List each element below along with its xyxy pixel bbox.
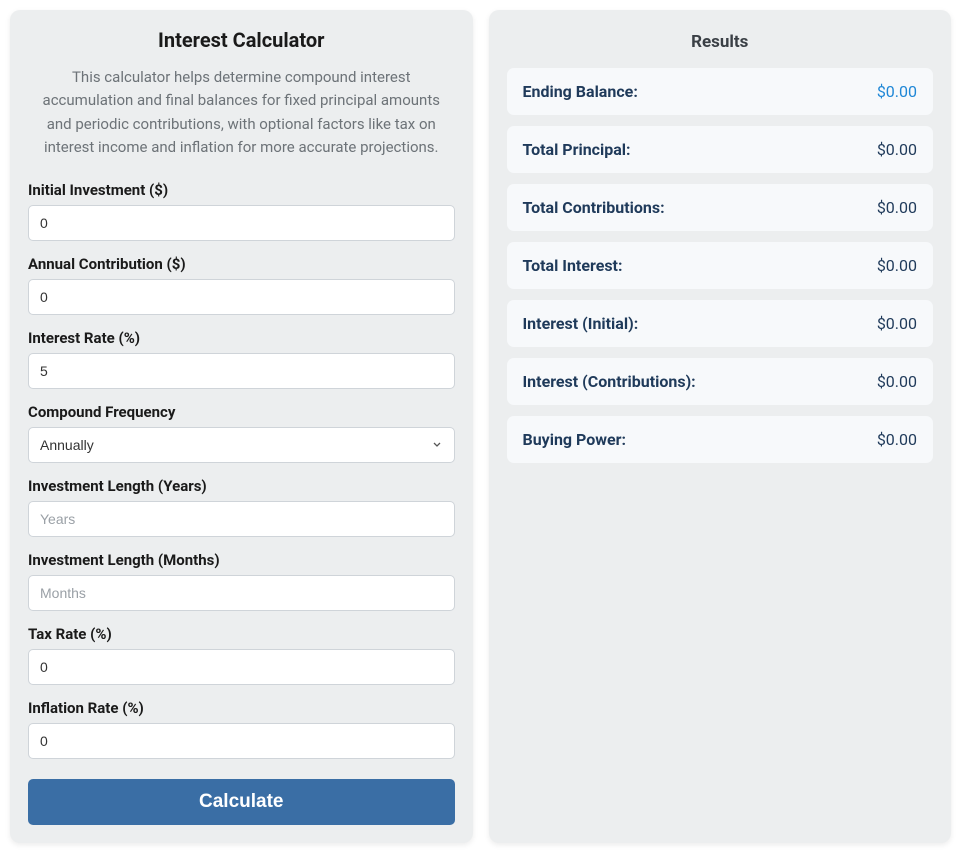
result-row: Buying Power: $0.00 bbox=[507, 416, 934, 463]
results-panel: Results Ending Balance:$0.00Total Princi… bbox=[489, 10, 952, 843]
result-label: Interest (Contributions): bbox=[523, 372, 696, 391]
initial-investment-label: Initial Investment ($) bbox=[28, 181, 455, 199]
result-value: $0.00 bbox=[877, 314, 917, 333]
inflation-rate-input[interactable] bbox=[28, 723, 455, 759]
result-row: Interest (Initial): $0.00 bbox=[507, 300, 934, 347]
results-title: Results bbox=[507, 32, 934, 52]
result-value: $0.00 bbox=[877, 256, 917, 275]
calculator-title: Interest Calculator bbox=[28, 28, 455, 52]
inflation-rate-label: Inflation Rate (%) bbox=[28, 699, 455, 717]
length-years-label: Investment Length (Years) bbox=[28, 477, 455, 495]
calculator-panel: Interest Calculator This calculator help… bbox=[10, 10, 473, 843]
result-label: Total Principal: bbox=[523, 140, 631, 159]
result-value: $0.00 bbox=[877, 430, 917, 449]
calculator-description: This calculator helps determine compound… bbox=[28, 66, 455, 159]
result-row: Total Principal: $0.00 bbox=[507, 126, 934, 173]
results-list: Ending Balance: $0.00 Total Principal: $0.0… bbox=[507, 68, 934, 463]
length-months-label: Investment Length (Months) bbox=[28, 551, 455, 569]
result-label: Buying Power: bbox=[523, 430, 627, 449]
length-years-input[interactable] bbox=[28, 501, 455, 537]
result-label: Ending Balance: bbox=[523, 82, 638, 101]
tax-rate-label: Tax Rate (%) bbox=[28, 625, 455, 643]
compound-frequency-label: Compound Frequency bbox=[28, 403, 455, 421]
annual-contribution-label: Annual Contribution ($) bbox=[28, 255, 455, 273]
result-value: $0.00 bbox=[877, 198, 917, 217]
compound-frequency-select[interactable]: Annually bbox=[28, 427, 455, 463]
result-row: Interest (Contributions): $0.00 bbox=[507, 358, 934, 405]
interest-rate-label: Interest Rate (%) bbox=[28, 329, 455, 347]
result-value: $0.00 bbox=[877, 140, 917, 159]
result-label: Total Interest: bbox=[523, 256, 623, 275]
result-value: $0.00 bbox=[877, 372, 917, 391]
initial-investment-input[interactable] bbox=[28, 205, 455, 241]
result-label: Total Contributions: bbox=[523, 198, 665, 217]
result-value: $0.00 bbox=[877, 82, 917, 101]
annual-contribution-input[interactable] bbox=[28, 279, 455, 315]
result-label: Interest (Initial): bbox=[523, 314, 639, 333]
interest-rate-input[interactable] bbox=[28, 353, 455, 389]
result-row: Total Contributions: $0.00 bbox=[507, 184, 934, 231]
length-months-input[interactable] bbox=[28, 575, 455, 611]
result-row: Ending Balance: $0.00 bbox=[507, 68, 934, 115]
calculate-button[interactable]: Calculate bbox=[28, 779, 455, 825]
tax-rate-input[interactable] bbox=[28, 649, 455, 685]
result-row: Total Interest: $0.00 bbox=[507, 242, 934, 289]
